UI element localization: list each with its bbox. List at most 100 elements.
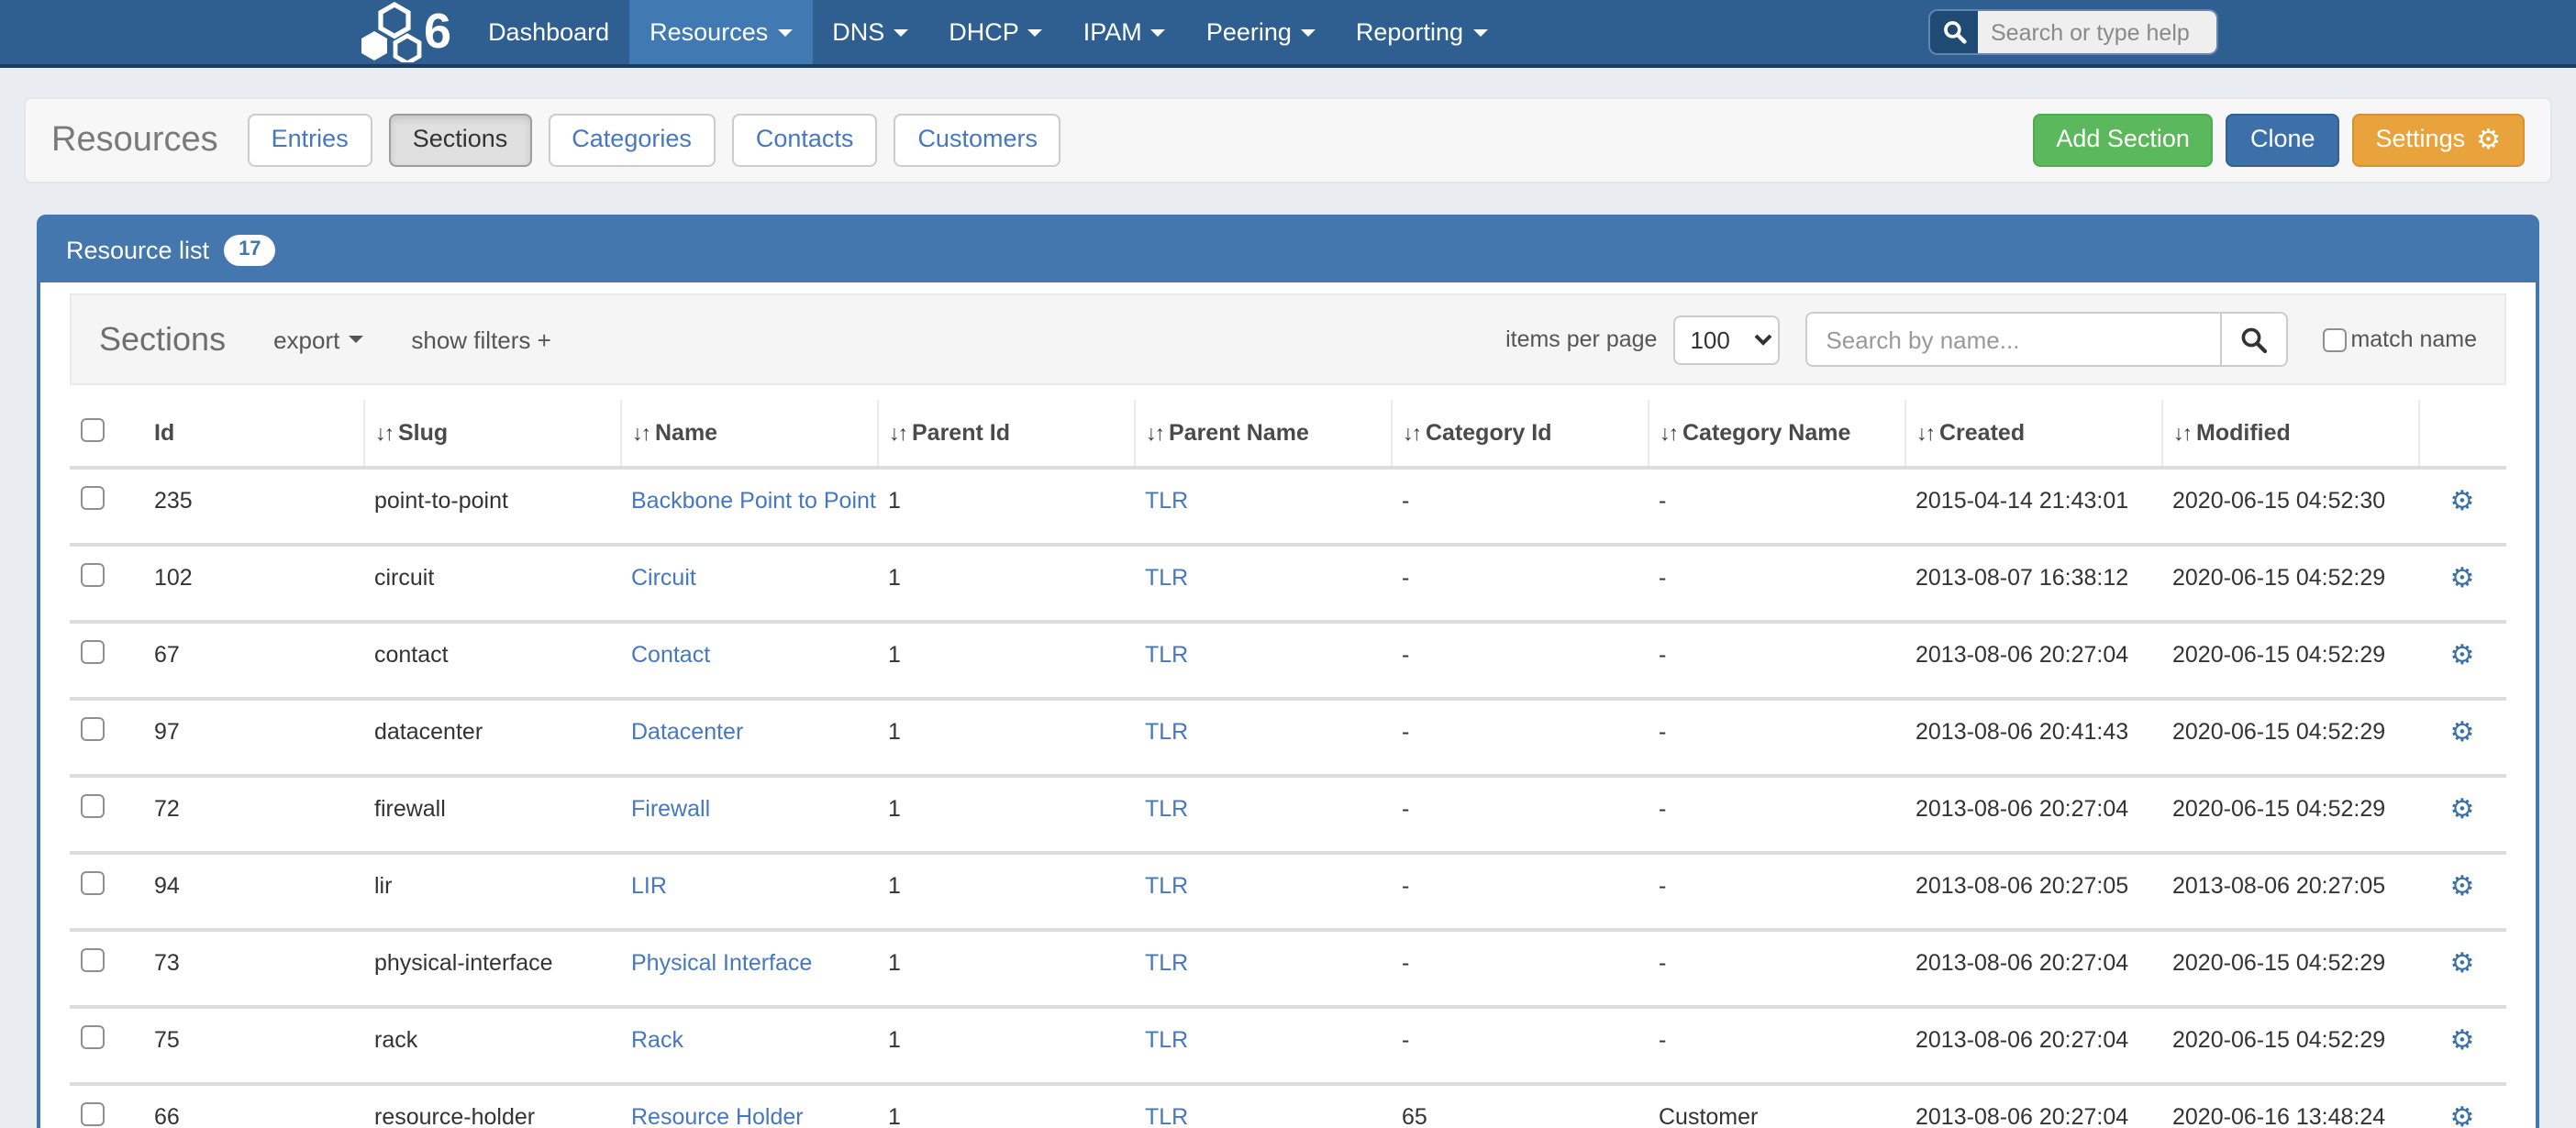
row-settings-gear-icon[interactable]: ⚙ — [2450, 793, 2475, 824]
column-header-parent-name[interactable]: ↓↑Parent Name — [1134, 400, 1391, 468]
column-header-slug[interactable]: ↓↑Slug — [363, 400, 620, 468]
search-button[interactable] — [2220, 312, 2288, 367]
cell-parent-id: 1 — [877, 468, 1134, 545]
show-filters-toggle[interactable]: show filters + — [411, 326, 550, 353]
cell-parent-name-link[interactable]: TLR — [1145, 873, 1188, 899]
column-header-id: Id — [143, 400, 363, 468]
row-settings-gear-icon[interactable]: ⚙ — [2450, 1101, 2475, 1128]
column-header-parent-id[interactable]: ↓↑Parent Id — [877, 400, 1134, 468]
cell-category-name: - — [1648, 622, 1904, 699]
table-row: 97 datacenter Datacenter 1 TLR - - 2013-… — [70, 699, 2506, 776]
row-settings-gear-icon[interactable]: ⚙ — [2450, 947, 2475, 979]
chevron-down-icon — [1151, 28, 1166, 36]
nav-item-dashboard[interactable]: Dashboard — [468, 0, 629, 64]
table-header-row: Id ↓↑Slug ↓↑Name ↓↑Parent Id ↓↑Parent Na… — [70, 400, 2506, 468]
cell-category-id: - — [1391, 1007, 1648, 1084]
resource-tabs: Entries Sections Categories Contacts Cus… — [248, 114, 1061, 167]
cell-parent-name-link[interactable]: TLR — [1145, 565, 1188, 591]
cell-id: 102 — [143, 545, 363, 622]
export-dropdown[interactable]: export — [273, 326, 363, 353]
row-checkbox[interactable] — [81, 1102, 105, 1126]
nav-item-resources[interactable]: Resources — [629, 0, 812, 64]
search-by-name-input[interactable] — [1805, 312, 2220, 367]
tab-customers[interactable]: Customers — [894, 114, 1061, 167]
cell-parent-name-link[interactable]: TLR — [1145, 1027, 1188, 1053]
items-per-page-select[interactable]: 100 — [1673, 315, 1780, 364]
nav-item-dns[interactable]: DNS — [812, 0, 928, 64]
table-body: 235 point-to-point Backbone Point to Poi… — [70, 468, 2506, 1128]
cell-parent-id: 1 — [877, 545, 1134, 622]
row-checkbox[interactable] — [81, 486, 105, 510]
brand-logo[interactable]: 6 — [360, 0, 468, 64]
cell-parent-name-link[interactable]: TLR — [1145, 950, 1188, 976]
add-section-button[interactable]: Add Section — [2032, 114, 2214, 167]
nav-item-dhcp[interactable]: DHCP — [928, 0, 1063, 64]
cell-name-link[interactable]: Rack — [631, 1027, 683, 1053]
settings-button[interactable]: Settings⚙ — [2352, 114, 2525, 167]
cell-parent-name-link[interactable]: TLR — [1145, 1104, 1188, 1128]
table-row: 73 physical-interface Physical Interface… — [70, 930, 2506, 1007]
chevron-down-icon — [1472, 28, 1487, 36]
cell-parent-name-link[interactable]: TLR — [1145, 719, 1188, 745]
row-checkbox[interactable] — [81, 563, 105, 587]
cell-name-link[interactable]: Circuit — [631, 565, 696, 591]
gear-icon: ⚙ — [2476, 127, 2501, 154]
cell-name-link[interactable]: Firewall — [631, 796, 710, 822]
cell-name-link[interactable]: Resource Holder — [631, 1104, 804, 1128]
row-settings-gear-icon[interactable]: ⚙ — [2450, 639, 2475, 670]
column-header-category-name[interactable]: ↓↑Category Name — [1648, 400, 1904, 468]
row-settings-gear-icon[interactable]: ⚙ — [2450, 562, 2475, 593]
cell-parent-name-link[interactable]: TLR — [1145, 796, 1188, 822]
row-checkbox[interactable] — [81, 717, 105, 741]
cell-category-name: - — [1648, 545, 1904, 622]
tab-entries[interactable]: Entries — [248, 114, 372, 167]
cell-modified: 2020-06-15 04:52:29 — [2161, 776, 2418, 853]
global-search-input[interactable] — [1978, 11, 2216, 53]
table-row: 72 firewall Firewall 1 TLR - - 2013-08-0… — [70, 776, 2506, 853]
cell-name-link[interactable]: Physical Interface — [631, 950, 812, 976]
cell-parent-name-link[interactable]: TLR — [1145, 642, 1188, 668]
chevron-down-icon — [1028, 28, 1043, 36]
column-header-modified[interactable]: ↓↑Modified — [2161, 400, 2418, 468]
sort-icon: ↓↑ — [889, 424, 906, 446]
toolbar-title: Sections — [99, 320, 226, 359]
column-header-category-id[interactable]: ↓↑Category Id — [1391, 400, 1648, 468]
cell-name-link[interactable]: Datacenter — [631, 719, 743, 745]
tab-sections[interactable]: Sections — [389, 114, 532, 167]
row-settings-gear-icon[interactable]: ⚙ — [2450, 485, 2475, 516]
cell-category-name: - — [1648, 699, 1904, 776]
row-settings-gear-icon[interactable]: ⚙ — [2450, 1024, 2475, 1056]
cell-category-id: - — [1391, 468, 1648, 545]
cell-category-name: - — [1648, 468, 1904, 545]
match-name-checkbox[interactable] — [2323, 327, 2347, 351]
cell-name-link[interactable]: Backbone Point to Point — [631, 488, 876, 514]
top-navbar: 6 Dashboard Resources DNS DHCP IPAM Peer… — [0, 0, 2576, 68]
table-row: 67 contact Contact 1 TLR - - 2013-08-06 … — [70, 622, 2506, 699]
nav-item-peering[interactable]: Peering — [1186, 0, 1336, 64]
row-checkbox[interactable] — [81, 871, 105, 895]
column-header-name[interactable]: ↓↑Name — [620, 400, 877, 468]
row-checkbox[interactable] — [81, 1025, 105, 1049]
cell-parent-id: 1 — [877, 1084, 1134, 1128]
cell-name-link[interactable]: LIR — [631, 873, 667, 899]
row-checkbox[interactable] — [81, 640, 105, 664]
select-all-checkbox[interactable] — [81, 418, 105, 442]
cell-id: 66 — [143, 1084, 363, 1128]
tab-categories[interactable]: Categories — [548, 114, 716, 167]
nav-item-reporting[interactable]: Reporting — [1336, 0, 1507, 64]
row-settings-gear-icon[interactable]: ⚙ — [2450, 870, 2475, 901]
cell-name-link[interactable]: Contact — [631, 642, 710, 668]
nav-item-ipam[interactable]: IPAM — [1063, 0, 1186, 64]
tab-contacts[interactable]: Contacts — [732, 114, 878, 167]
column-header-created[interactable]: ↓↑Created — [1904, 400, 2161, 468]
cell-parent-id: 1 — [877, 622, 1134, 699]
sort-icon: ↓↑ — [632, 424, 650, 446]
cell-parent-name-link[interactable]: TLR — [1145, 488, 1188, 514]
cell-slug: lir — [363, 853, 620, 930]
row-checkbox[interactable] — [81, 948, 105, 972]
count-badge: 17 — [224, 235, 276, 266]
cell-category-id: 65 — [1391, 1084, 1648, 1128]
row-checkbox[interactable] — [81, 794, 105, 818]
row-settings-gear-icon[interactable]: ⚙ — [2450, 716, 2475, 747]
clone-button[interactable]: Clone — [2226, 114, 2339, 167]
